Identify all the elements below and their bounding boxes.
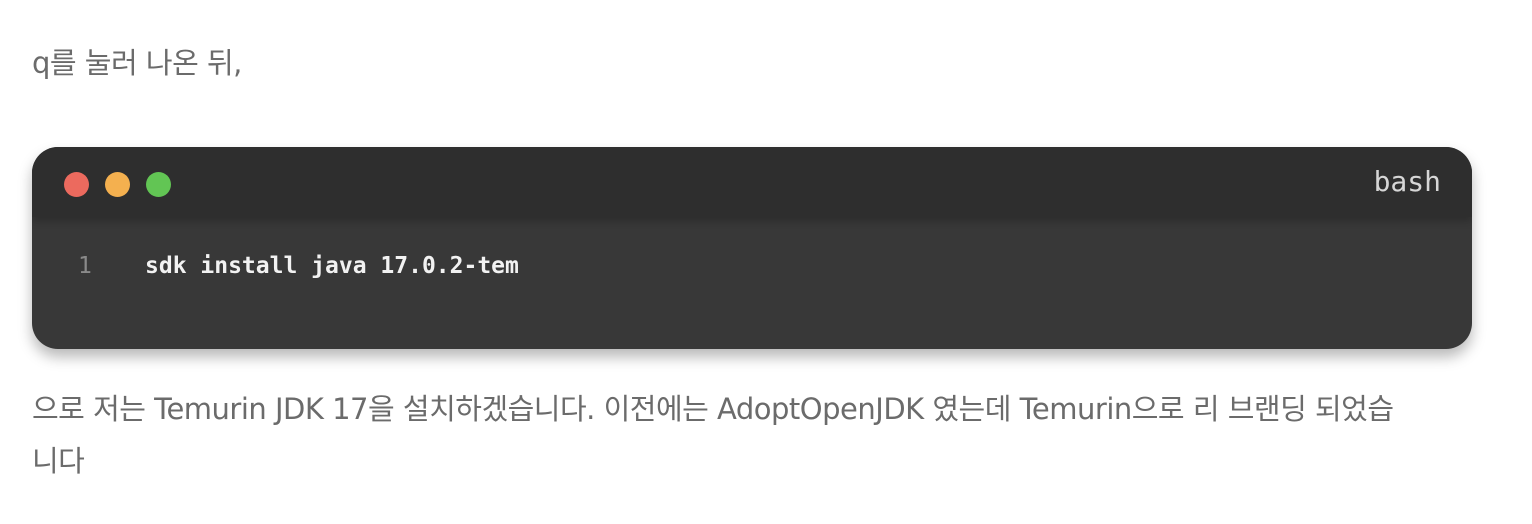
- window-minimize-dot-icon: [105, 172, 130, 197]
- code-language-label: bash: [1373, 165, 1441, 198]
- intro-paragraph: q를 눌러 나온 뒤,: [32, 46, 242, 80]
- window-maximize-dot-icon: [146, 172, 171, 197]
- code-text[interactable]: sdk install java 17.0.2-tem: [145, 253, 519, 279]
- outro-paragraph-line-2: 니다: [32, 444, 85, 478]
- code-line: 1 sdk install java 17.0.2-tem: [32, 253, 1472, 283]
- outro-paragraph-line-1: 으로 저는 Temurin JDK 17을 설치하겠습니다. 이전에는 Adop…: [32, 392, 1394, 426]
- line-number: 1: [78, 253, 92, 279]
- window-close-dot-icon: [64, 172, 89, 197]
- code-block: bash 1 sdk install java 17.0.2-tem: [32, 147, 1472, 349]
- code-block-header: bash: [32, 147, 1472, 217]
